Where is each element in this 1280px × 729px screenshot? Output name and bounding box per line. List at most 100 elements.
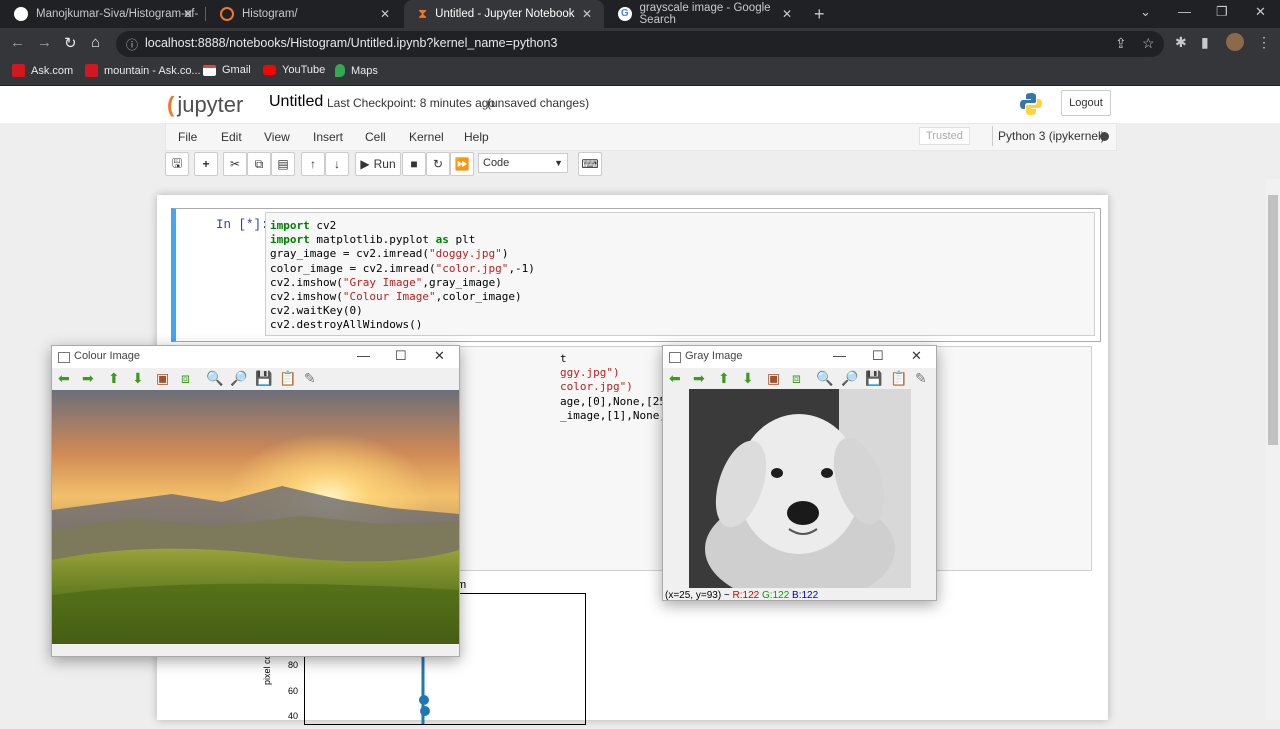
pan-left-icon[interactable]: ⬅ — [669, 370, 681, 387]
pan-down-icon[interactable]: ⬇ — [742, 370, 754, 387]
copy-image-icon[interactable]: 📋 — [890, 370, 907, 387]
window-titlebar[interactable]: Gray Image — ☐ ✕ — [663, 346, 936, 368]
logout-button[interactable]: Logout — [1061, 90, 1111, 116]
command-palette-button[interactable]: ⌨ — [578, 152, 602, 176]
close-icon[interactable]: ✕ — [434, 348, 445, 364]
minimize-icon[interactable]: — — [1178, 4, 1191, 19]
pixel-red-value: R:122 — [732, 590, 760, 601]
tab-search-icon[interactable]: ⌄ — [1140, 4, 1151, 20]
tab-label: Manojkumar-Siva/Histogram-of- — [36, 8, 199, 20]
tab-google-search[interactable]: G grayscale image - Google Search ✕ — [604, 0, 804, 28]
interrupt-button[interactable]: ■ — [402, 152, 426, 176]
reload-icon[interactable]: ↻ — [64, 34, 77, 52]
menu-file[interactable]: File — [178, 130, 197, 144]
close-window-icon[interactable]: ✕ — [1255, 4, 1266, 20]
zoom-fit-icon[interactable]: ▣ — [156, 370, 169, 387]
forward-icon[interactable]: → — [37, 34, 52, 51]
pan-right-icon[interactable]: ➡ — [82, 370, 94, 387]
save-image-icon[interactable]: 💾 — [865, 370, 882, 387]
zoom-original-icon[interactable]: ⧈ — [181, 370, 190, 387]
zoom-out-icon[interactable]: 🔎 — [230, 370, 247, 387]
bookmark-star-icon[interactable]: ☆ — [1142, 35, 1155, 52]
cell-type-select[interactable]: Code ▼ — [478, 153, 568, 173]
info-icon[interactable]: ⓘ — [126, 36, 138, 53]
minimize-icon[interactable]: — — [833, 348, 846, 363]
pan-down-icon[interactable]: ⬇ — [132, 370, 144, 387]
paste-button[interactable]: ▤ — [271, 152, 295, 176]
tab-github[interactable]: Manojkumar-Siva/Histogram-of- ✕ — [0, 0, 205, 28]
share-icon[interactable]: ⇪ — [1115, 35, 1127, 52]
close-icon[interactable]: ✕ — [380, 7, 390, 21]
save-image-icon[interactable]: 💾 — [255, 370, 272, 387]
copy-button[interactable]: ⧉ — [247, 152, 271, 176]
jupyter-icon — [220, 7, 234, 21]
menu-kebab-icon[interactable]: ⋮ — [1257, 34, 1271, 51]
maximize-icon[interactable]: ☐ — [872, 348, 884, 364]
bookmark-mountain[interactable]: mountain - Ask.co... — [85, 64, 201, 77]
cell-input[interactable]: import cv2 import matplotlib.pyplot as p… — [265, 212, 1095, 336]
bookmark-youtube[interactable]: YouTube — [263, 64, 325, 76]
youtube-icon — [263, 65, 276, 75]
tab-untitled-notebook[interactable]: ⧗ Untitled - Jupyter Notebook ✕ — [404, 0, 604, 28]
notebook-name[interactable]: Untitled — [269, 93, 323, 111]
extensions-icon[interactable]: ✱ — [1175, 34, 1187, 51]
pan-left-icon[interactable]: ⬅ — [58, 370, 70, 387]
page-scrollbar[interactable] — [1266, 179, 1280, 720]
copy-image-icon[interactable]: 📋 — [279, 370, 296, 387]
properties-icon[interactable]: ✎ — [915, 370, 927, 387]
avatar[interactable] — [1226, 33, 1244, 51]
pan-right-icon[interactable]: ➡ — [693, 370, 705, 387]
menu-kernel[interactable]: Kernel — [409, 130, 444, 144]
cut-button[interactable]: ✂ — [223, 152, 247, 176]
menu-edit[interactable]: Edit — [221, 130, 242, 144]
save-button[interactable]: 🖫 — [165, 152, 189, 176]
minimize-icon[interactable]: — — [357, 348, 370, 363]
menu-view[interactable]: View — [264, 130, 290, 144]
close-icon[interactable]: ✕ — [911, 348, 922, 364]
back-icon[interactable]: ← — [10, 34, 25, 51]
move-up-button[interactable]: ↑ — [301, 152, 325, 176]
pixel-status-bar: (x=25, y=93) ~ R:122 G:122 B:122 — [665, 590, 818, 601]
side-panel-icon[interactable]: ▮ — [1201, 34, 1209, 51]
pixel-blue-value: B:122 — [792, 590, 819, 601]
zoom-in-icon[interactable]: 🔍 — [206, 370, 223, 387]
move-down-button[interactable]: ↓ — [325, 152, 349, 176]
jupyter-logo[interactable]: (jupyter — [167, 92, 243, 118]
properties-icon[interactable]: ✎ — [304, 370, 316, 387]
close-icon[interactable]: ✕ — [582, 7, 592, 21]
trusted-badge[interactable]: Trusted — [919, 127, 970, 145]
pan-up-icon[interactable]: ⬆ — [108, 370, 120, 387]
insert-cell-button[interactable]: + — [194, 152, 218, 176]
code-cell-selected[interactable]: In [*]: import cv2 import matplotlib.pyp… — [171, 208, 1101, 342]
autosave-status: (unsaved changes) — [487, 96, 590, 110]
home-icon[interactable]: ⌂ — [91, 34, 100, 51]
new-tab-button[interactable]: + — [814, 4, 825, 25]
restart-run-all-button[interactable]: ⏩ — [450, 152, 474, 176]
close-icon[interactable]: ✕ — [782, 7, 792, 21]
menu-help[interactable]: Help — [464, 130, 489, 144]
zoom-fit-icon[interactable]: ▣ — [767, 370, 780, 387]
copy-icon: ⧉ — [254, 156, 264, 171]
bookmark-gmail[interactable]: Gmail — [203, 64, 251, 76]
menu-insert[interactable]: Insert — [313, 130, 343, 144]
restart-button[interactable]: ↻ — [426, 152, 450, 176]
window-titlebar[interactable]: Colour Image — ☐ ✕ — [52, 346, 459, 368]
kernel-name[interactable]: Python 3 (ipykernel) — [992, 126, 1105, 146]
window-app-icon — [669, 352, 681, 363]
address-bar[interactable]: ⓘ localhost:8888/notebooks/Histogram/Unt… — [116, 31, 1164, 57]
zoom-original-icon[interactable]: ⧈ — [792, 370, 801, 387]
restore-icon[interactable]: ❐ — [1216, 4, 1228, 20]
zoom-out-icon[interactable]: 🔎 — [841, 370, 858, 387]
zoom-in-icon[interactable]: 🔍 — [816, 370, 833, 387]
maximize-icon[interactable]: ☐ — [395, 348, 407, 364]
pan-up-icon[interactable]: ⬆ — [718, 370, 730, 387]
gray-image-window[interactable]: Gray Image — ☐ ✕ ⬅ ➡ ⬆ ⬇ ▣ ⧈ 🔍 🔎 💾 📋 ✎ (… — [662, 345, 937, 601]
bookmark-maps[interactable]: Maps — [335, 64, 378, 77]
bookmark-ask[interactable]: Ask.com — [12, 64, 73, 77]
close-icon[interactable]: ✕ — [183, 7, 193, 21]
tab-histogram[interactable]: Histogram/ ✕ — [206, 0, 402, 28]
run-button[interactable]: ▶ Run — [355, 152, 401, 176]
scrollbar-thumb[interactable] — [1268, 195, 1278, 445]
menu-cell[interactable]: Cell — [365, 130, 386, 144]
colour-image-window[interactable]: Colour Image — ☐ ✕ ⬅ ➡ ⬆ ⬇ ▣ ⧈ 🔍 🔎 💾 📋 ✎ — [51, 345, 460, 657]
